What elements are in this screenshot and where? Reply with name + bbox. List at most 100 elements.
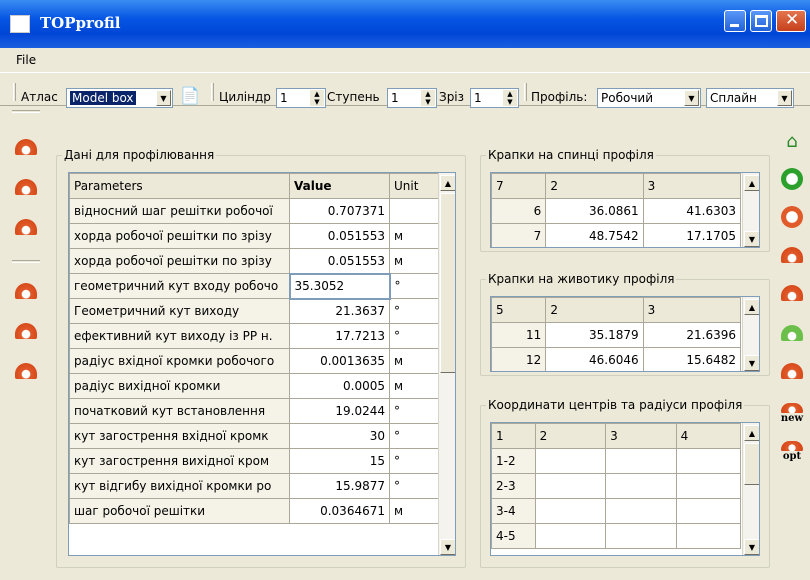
grid-cell[interactable]: 3-4: [491, 498, 536, 524]
scroll-down-icon[interactable]: ▼: [440, 539, 455, 555]
table-row[interactable]: Геометричний кут виходу 21.3637 °: [69, 298, 440, 324]
arc-green-icon[interactable]: [779, 320, 805, 346]
param-name[interactable]: кут відгибу вихідної кромки ро: [69, 473, 290, 499]
menu-file[interactable]: File: [16, 53, 36, 67]
grid-cell[interactable]: 7: [491, 223, 547, 247]
column-header[interactable]: 3: [605, 423, 677, 449]
column-header[interactable]: 3: [642, 297, 742, 323]
optimize-button[interactable]: opt: [779, 438, 805, 464]
grid-cell[interactable]: 46.6046: [545, 347, 644, 371]
param-value[interactable]: 30: [289, 423, 390, 449]
grid-cell[interactable]: [605, 448, 677, 474]
back-points-scrollbar[interactable]: ▲ ▼: [742, 173, 759, 247]
param-value[interactable]: 0.0364671: [289, 498, 390, 524]
param-value[interactable]: 0.0013635: [289, 348, 390, 374]
scroll-up-icon[interactable]: ▲: [440, 175, 455, 191]
scroll-thumb[interactable]: [744, 443, 759, 485]
grid-cell[interactable]: [534, 498, 607, 524]
param-name[interactable]: шаг робочої решітки: [69, 498, 290, 524]
grid-cell[interactable]: [534, 448, 607, 474]
param-value[interactable]: 0.051553: [289, 223, 390, 249]
table-row[interactable]: шаг робочої решітки 0.0364671 м: [69, 498, 440, 524]
grid-cell[interactable]: 17.1705: [642, 223, 742, 247]
param-name[interactable]: радіус вихідної кромки: [69, 373, 290, 399]
param-name[interactable]: відносний шаг решітки робочої: [69, 198, 290, 224]
table-row[interactable]: хорда робочої решітки по зрізу 0.051553 м: [69, 248, 440, 274]
minimize-button[interactable]: [724, 10, 746, 32]
param-value[interactable]: 19.0244: [289, 398, 390, 424]
save-profile-icon[interactable]: [13, 134, 39, 160]
scroll-thumb[interactable]: [440, 193, 455, 373]
scroll-up-icon[interactable]: ▲: [744, 175, 759, 191]
centers-scrollbar[interactable]: ▲ ▼: [742, 423, 759, 555]
scroll-down-icon[interactable]: ▼: [744, 355, 759, 371]
tree-export-icon[interactable]: [13, 214, 39, 240]
param-name[interactable]: хорда робочої решітки по зрізу: [69, 248, 290, 274]
grid-cell[interactable]: [605, 523, 677, 549]
param-value[interactable]: 0.0005: [289, 373, 390, 399]
chevron-down-icon[interactable]: ▼: [156, 90, 171, 106]
cylinder-spinner[interactable]: 1 ▲ ▼: [276, 88, 326, 108]
param-value[interactable]: 15: [289, 448, 390, 474]
spinner-icon[interactable]: ▲ ▼: [503, 90, 517, 106]
column-header[interactable]: 3: [642, 173, 742, 199]
toolbar-grip[interactable]: [13, 83, 16, 101]
param-name[interactable]: ефективний кут виходу із РР н.: [69, 323, 290, 349]
table-row[interactable]: 12 46.6046 15.6482: [491, 347, 742, 371]
grid-cell[interactable]: [534, 523, 607, 549]
grid-cell[interactable]: [675, 523, 742, 549]
spinner-icon[interactable]: ▲ ▼: [421, 90, 435, 106]
column-header-parameters[interactable]: Parameters: [69, 173, 290, 199]
scroll-up-icon[interactable]: ▲: [744, 299, 759, 315]
column-header[interactable]: 2: [545, 297, 644, 323]
table-row[interactable]: 2-3: [491, 473, 742, 499]
param-name[interactable]: хорда робочої решітки по зрізу: [69, 223, 290, 249]
load-profile-icon[interactable]: [13, 278, 39, 304]
table-row[interactable]: 1-2: [491, 448, 742, 474]
grid-cell[interactable]: [675, 498, 742, 524]
table-row[interactable]: радіус вихідної кромки 0.0005 м: [69, 373, 440, 399]
export-profile-icon[interactable]: [13, 174, 39, 200]
arc-stack-icon[interactable]: [779, 358, 805, 384]
param-name[interactable]: радіус вхідної кромки робочого: [69, 348, 290, 374]
maximize-button[interactable]: [750, 10, 772, 32]
spline-select[interactable]: Сплайн ▼: [706, 88, 794, 108]
toolbar-grip[interactable]: [524, 83, 527, 101]
table-row[interactable]: 4-5: [491, 523, 742, 549]
grid-cell[interactable]: 2-3: [491, 473, 536, 499]
circle-split-icon[interactable]: [779, 204, 805, 230]
column-header-unit[interactable]: Unit: [389, 173, 440, 199]
parameters-grid[interactable]: Parameters Value Unit відносний шаг реші…: [68, 172, 456, 556]
chevron-down-icon[interactable]: ▼: [777, 90, 792, 106]
parameters-scrollbar[interactable]: ▲ ▼: [438, 173, 455, 555]
atlas-select[interactable]: Model box ▼: [66, 88, 173, 108]
param-value[interactable]: 17.7213: [289, 323, 390, 349]
table-row[interactable]: хорда робочої решітки по зрізу 0.051553 м: [69, 223, 440, 249]
table-row[interactable]: початковий кут встановлення 19.0244 °: [69, 398, 440, 424]
scroll-up-icon[interactable]: ▲: [744, 425, 759, 441]
grid-cell[interactable]: [605, 473, 677, 499]
centers-grid[interactable]: 1 2 3 4 1-2 2-3 3-4 4-5 ▲ ▼: [490, 422, 760, 556]
spinner-icon[interactable]: ▲ ▼: [310, 90, 324, 106]
grid-cell[interactable]: 36.0861: [545, 198, 644, 224]
grid-cell[interactable]: 21.6396: [642, 322, 742, 348]
grid-cell[interactable]: 1-2: [491, 448, 536, 474]
grid-cell[interactable]: 6: [491, 198, 547, 224]
param-value[interactable]: 21.3637: [289, 298, 390, 324]
table-row[interactable]: 3-4: [491, 498, 742, 524]
column-header[interactable]: 4: [675, 423, 742, 449]
param-name[interactable]: геометричний кут входу робочо: [69, 273, 290, 299]
column-header[interactable]: 2: [545, 173, 644, 199]
scroll-down-icon[interactable]: ▼: [744, 231, 759, 247]
param-value[interactable]: 15.9877: [289, 473, 390, 499]
grid-cell[interactable]: 15.6482: [642, 347, 742, 371]
grid-cell[interactable]: 12: [491, 347, 547, 371]
arc-circles-icon[interactable]: [779, 280, 805, 306]
table-row[interactable]: 11 35.1879 21.6396: [491, 322, 742, 348]
param-name[interactable]: кут загострення вхідної кромк: [69, 423, 290, 449]
table-row[interactable]: радіус вхідної кромки робочого 0.0013635 м: [69, 348, 440, 374]
grid-cell[interactable]: 48.7542: [545, 223, 644, 247]
table-row[interactable]: відносний шаг решітки робочої 0.707371: [69, 198, 440, 224]
column-header[interactable]: 2: [534, 423, 607, 449]
import-profile-icon[interactable]: [13, 318, 39, 344]
